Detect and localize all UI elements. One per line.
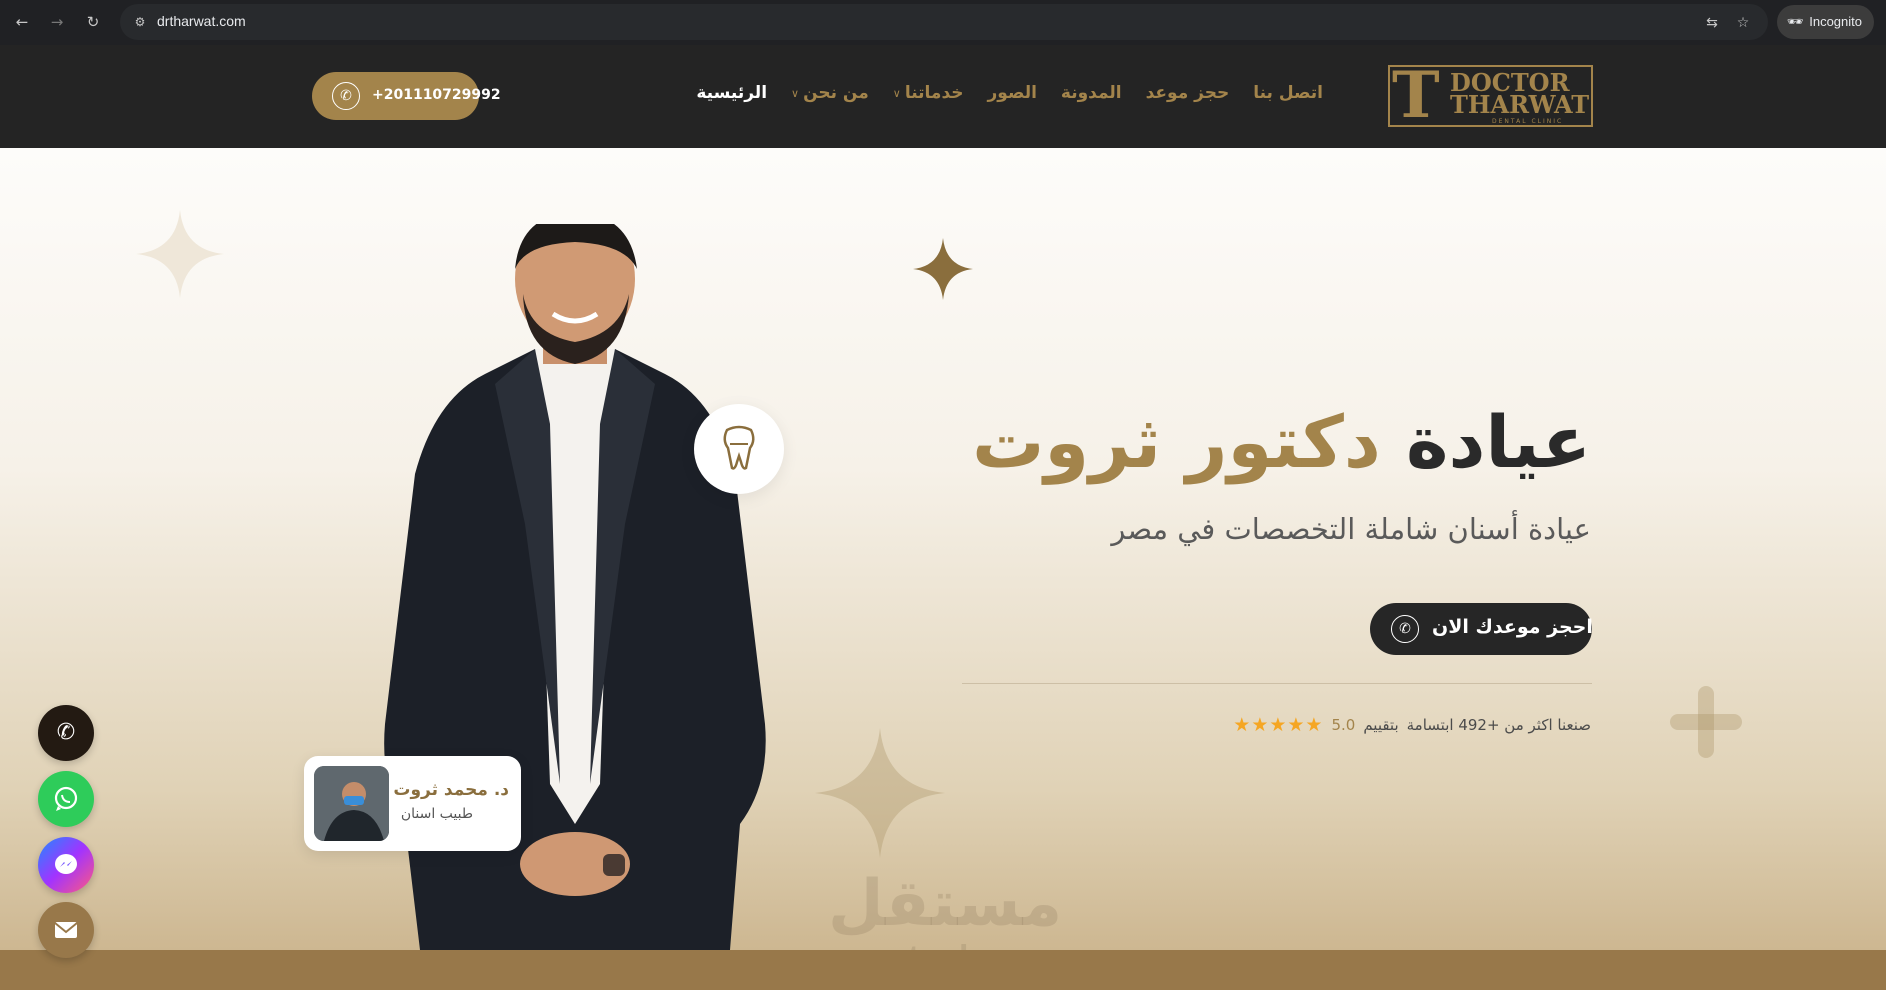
messenger-float-button[interactable] (38, 837, 94, 893)
sparkle-icon (815, 728, 945, 858)
incognito-badge[interactable]: 🕶 Incognito (1776, 5, 1874, 39)
logo-line2: THARWAT (1450, 90, 1590, 119)
doctor-avatar (314, 766, 389, 841)
nav-gallery[interactable]: الصور (988, 83, 1037, 103)
forward-icon[interactable]: → (47, 12, 67, 32)
hero-divider (962, 683, 1592, 684)
nav-label: حجز موعد (1145, 83, 1230, 103)
translate-icon[interactable]: ⇆ (1703, 14, 1721, 32)
chevron-down-icon: ∨ (892, 86, 901, 100)
browser-toolbar: ← → ↻ ⚙ drtharwat.com ⇆ ☆ 🕶 Incognito (0, 0, 1886, 45)
hero-title-part1: عيادة (1405, 400, 1591, 484)
rating-row: صنعنا اكثر من +492 ابتسامة بتقييم 5.0 ★★… (1233, 714, 1591, 736)
nav-label: اتصل بنا (1253, 83, 1323, 103)
hero-subtitle: عيادة أسنان شاملة التخصصات في مصر (1111, 512, 1591, 546)
messenger-icon (55, 854, 77, 874)
nav-booking[interactable]: حجز موعد (1146, 83, 1230, 103)
nav-label: الرئيسية (696, 83, 768, 103)
incognito-label: Incognito (1809, 14, 1862, 29)
sparkle-icon (136, 210, 224, 298)
header-phone-button[interactable]: ✆ +201110729992 (312, 72, 501, 120)
rating-score: 5.0 (1331, 716, 1356, 734)
watermark: مستقل mostaql.com (828, 867, 1063, 950)
tooth-badge (694, 404, 784, 494)
call-float-button[interactable]: ✆ (38, 705, 94, 761)
phone-number: +201110729992 (372, 87, 501, 103)
site-logo[interactable]: T DOCTOR THARWAT DENTAL CLINIC (1388, 61, 1593, 131)
doctor-name: د. محمد ثروت (393, 780, 509, 800)
doctor-avatar-image (314, 766, 389, 841)
logo-letter: T (1392, 58, 1440, 133)
cta-label: احجز موعدك الان (1432, 616, 1593, 638)
whatsapp-float-button[interactable] (38, 771, 94, 827)
footer-band (0, 950, 1886, 990)
doctor-role: طبيب اسنان (400, 806, 473, 822)
chevron-down-icon: ∨ (791, 86, 800, 100)
hero-section: د. محمد ثروت طبيب اسنان عيادة دكتور ثروت… (0, 148, 1886, 950)
hero-title-part2: دكتور ثروت (972, 400, 1381, 484)
rating-label: بتقييم (1363, 716, 1399, 734)
mail-float-button[interactable] (38, 902, 94, 958)
back-icon[interactable]: ← (12, 12, 32, 32)
smiles-count-text: صنعنا اكثر من +492 ابتسامة (1406, 716, 1591, 734)
plus-decoration-icon (1670, 686, 1742, 758)
logo-line3: DENTAL CLINIC (1492, 118, 1564, 125)
nav-label: المدونة (1060, 83, 1122, 103)
nav-services[interactable]: خدماتنا ∨ (893, 83, 964, 103)
hero-title: عيادة دكتور ثروت (972, 397, 1591, 487)
phone-icon: ✆ (1391, 615, 1419, 643)
nav-home[interactable]: الرئيسية (696, 83, 767, 103)
watermark-latin: mostaql.com (828, 940, 1058, 950)
main-nav: الرئيسية من نحن ∨ خدماتنا ∨ الصور المدونة … (696, 83, 1323, 103)
sparkle-icon (913, 238, 973, 300)
nav-label: خدماتنا (904, 83, 964, 103)
whatsapp-icon (54, 786, 78, 811)
watermark-arabic: مستقل (828, 867, 1063, 941)
nav-label: الصور (987, 83, 1037, 103)
nav-contact[interactable]: اتصل بنا (1253, 83, 1323, 103)
book-appointment-button[interactable]: ✆ احجز موعدك الان (1370, 603, 1593, 655)
rating-stars-icon: ★★★★★ (1233, 714, 1324, 736)
doctor-card: د. محمد ثروت طبيب اسنان (304, 756, 521, 851)
site-header: T DOCTOR THARWAT DENTAL CLINIC الرئيسية … (0, 45, 1886, 148)
reload-icon[interactable]: ↻ (83, 12, 103, 32)
incognito-icon: 🕶 (1786, 14, 1804, 29)
phone-icon: ✆ (332, 82, 360, 110)
nav-label: من نحن (803, 83, 869, 103)
tooth-icon (723, 425, 755, 470)
url-text[interactable]: drtharwat.com (157, 13, 246, 29)
site-info-icon[interactable]: ⚙ (132, 14, 148, 30)
address-bar[interactable]: ⚙ drtharwat.com ⇆ ☆ (120, 4, 1768, 40)
bookmark-star-icon[interactable]: ☆ (1734, 14, 1752, 32)
mail-icon (54, 922, 78, 938)
phone-icon: ✆ (56, 720, 76, 745)
nav-about[interactable]: من نحن ∨ (791, 83, 869, 103)
nav-blog[interactable]: المدونة (1061, 83, 1122, 103)
